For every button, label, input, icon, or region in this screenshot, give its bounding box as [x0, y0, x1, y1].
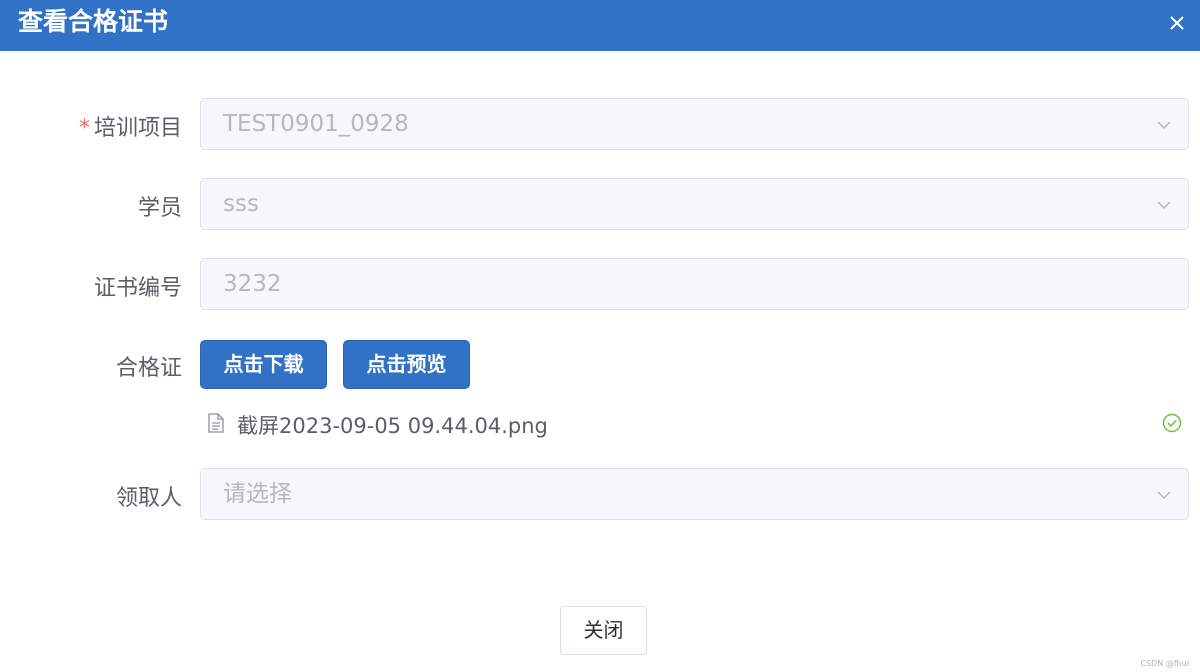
receiver-label: 领取人 — [115, 486, 182, 511]
preview-button[interactable]: 点击预览 — [343, 340, 470, 389]
download-button[interactable]: 点击下载 — [200, 340, 327, 389]
receiver-select[interactable]: 请选择 — [200, 468, 1189, 520]
student-value: sss — [223, 191, 259, 217]
watermark: CSDN @fhur — [1140, 659, 1190, 668]
dialog-title: 查看合格证书 — [18, 7, 169, 36]
cert-no-input[interactable]: 3232 — [200, 258, 1189, 310]
close-button[interactable]: 关闭 — [560, 606, 647, 655]
close-icon[interactable] — [1166, 12, 1188, 34]
cert-no-value: 3232 — [223, 271, 282, 297]
certificate-label: 合格证 — [115, 356, 182, 381]
dialog-header: 查看合格证书 — [0, 0, 1200, 51]
chevron-down-icon — [1157, 121, 1171, 130]
cert-no-label: 证书编号 — [93, 276, 182, 301]
student-label: 学员 — [137, 196, 182, 221]
project-label: * 培训项目 — [78, 116, 182, 141]
student-select[interactable]: sss — [200, 178, 1189, 230]
document-icon — [208, 413, 224, 433]
chevron-down-icon — [1157, 201, 1171, 210]
chevron-down-icon — [1157, 491, 1171, 500]
check-circle-icon — [1162, 413, 1182, 433]
project-value: TEST0901_0928 — [223, 111, 409, 137]
receiver-placeholder: 请选择 — [223, 481, 292, 507]
project-select[interactable]: TEST0901_0928 — [200, 98, 1189, 150]
file-name: 截屏2023-09-05 09.44.04.png — [237, 414, 548, 438]
required-mark: * — [78, 116, 90, 141]
uploaded-file-item[interactable]: 截屏2023-09-05 09.44.04.png — [207, 408, 1182, 438]
